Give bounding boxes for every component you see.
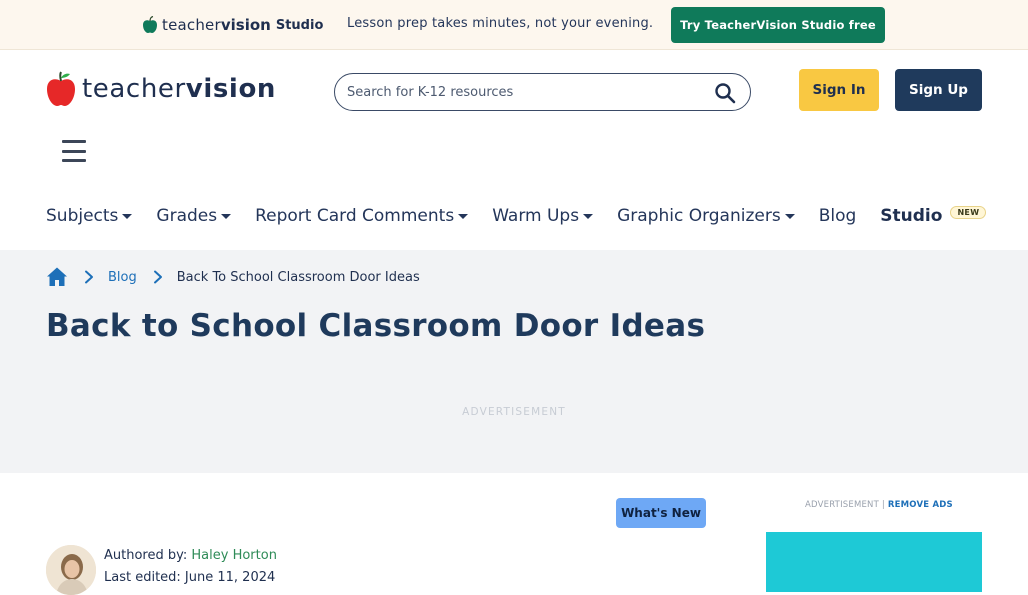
authored-by-label: Authored by: [104, 548, 188, 563]
logo-word-vision: vision [185, 74, 277, 104]
author-line: Authored by: Haley Horton [104, 548, 277, 563]
breadcrumb-current: Back To School Classroom Door Ideas [176, 269, 420, 285]
caret-down-icon [122, 213, 133, 219]
chevron-right-icon [85, 270, 93, 284]
nav-item-report-card-comments[interactable]: Report Card Comments [255, 206, 469, 226]
apple-logo-icon [47, 71, 75, 106]
studio-logo[interactable]: teacher vision Studio [142, 15, 323, 35]
nav-item-label: Report Card Comments [255, 206, 455, 226]
author-avatar[interactable] [46, 545, 96, 595]
site-logo[interactable]: teacher vision [46, 70, 276, 108]
sign-in-button[interactable]: Sign In [799, 69, 879, 111]
nav-item-label: Blog [818, 206, 857, 226]
search-input[interactable] [347, 82, 707, 102]
remove-ads-link[interactable]: REMOVE ADS [888, 500, 953, 510]
chevron-right-icon [153, 270, 162, 284]
logo-word-teacher: teacher [82, 74, 186, 104]
side-ad-header: ADVERTISEMENT | REMOVE ADS [805, 500, 953, 510]
studio-logo-vision: vision [220, 16, 271, 34]
menu-icon-bar [62, 149, 86, 153]
promo-text: Lesson prep takes minutes, not your even… [347, 16, 654, 31]
new-badge: NEW [950, 205, 987, 219]
menu-icon-bar [62, 159, 86, 162]
author-name-link[interactable]: Haley Horton [191, 548, 277, 563]
breadcrumb: Blog Back To School Classroom Door Ideas [46, 264, 420, 290]
try-studio-button[interactable]: Try TeacherVision Studio free [671, 7, 885, 43]
nav-item-label: Studio [880, 206, 943, 226]
nav-item-label: Graphic Organizers [617, 206, 781, 226]
studio-logo-teacher: teacher [162, 16, 221, 34]
nav-item-graphic-organizers[interactable]: Graphic Organizers [617, 206, 795, 226]
breadcrumb-blog-link[interactable]: Blog [108, 270, 137, 285]
caret-down-icon [784, 213, 795, 219]
page-title: Back to School Classroom Door Ideas [46, 308, 706, 344]
nav-item-label: Subjects [46, 206, 119, 226]
whats-new-button[interactable]: What's New [616, 498, 706, 528]
nav-item-label: Warm Ups [492, 206, 580, 226]
caret-down-icon [583, 213, 594, 219]
nav-item-warm-ups[interactable]: Warm Ups [492, 206, 594, 226]
side-ad-label: ADVERTISEMENT | [805, 500, 885, 510]
caret-down-icon [458, 213, 469, 219]
nav-item-label: Grades [156, 206, 218, 226]
studio-logo-studio: Studio [275, 17, 324, 33]
sign-up-button[interactable]: Sign Up [895, 69, 982, 111]
nav-item-grades[interactable]: Grades [156, 206, 232, 226]
home-icon[interactable] [46, 266, 68, 288]
caret-down-icon [221, 213, 232, 219]
search-icon[interactable] [714, 82, 736, 104]
side-advertisement[interactable] [766, 532, 982, 592]
menu-icon-bar [62, 140, 86, 143]
nav-item-blog[interactable]: Blog [819, 206, 857, 226]
main-nav: Subjects Grades Report Card Comments War… [46, 203, 987, 229]
search-box [334, 73, 751, 111]
nav-item-studio[interactable]: Studio [880, 206, 942, 226]
apple-icon [143, 16, 157, 33]
promo-banner: teacher vision Studio Lesson prep takes … [0, 0, 1028, 50]
advertisement-label: ADVERTISEMENT [462, 406, 566, 418]
author-photo-icon [46, 545, 96, 595]
menu-icon[interactable] [62, 140, 86, 162]
nav-item-subjects[interactable]: Subjects [46, 206, 133, 226]
